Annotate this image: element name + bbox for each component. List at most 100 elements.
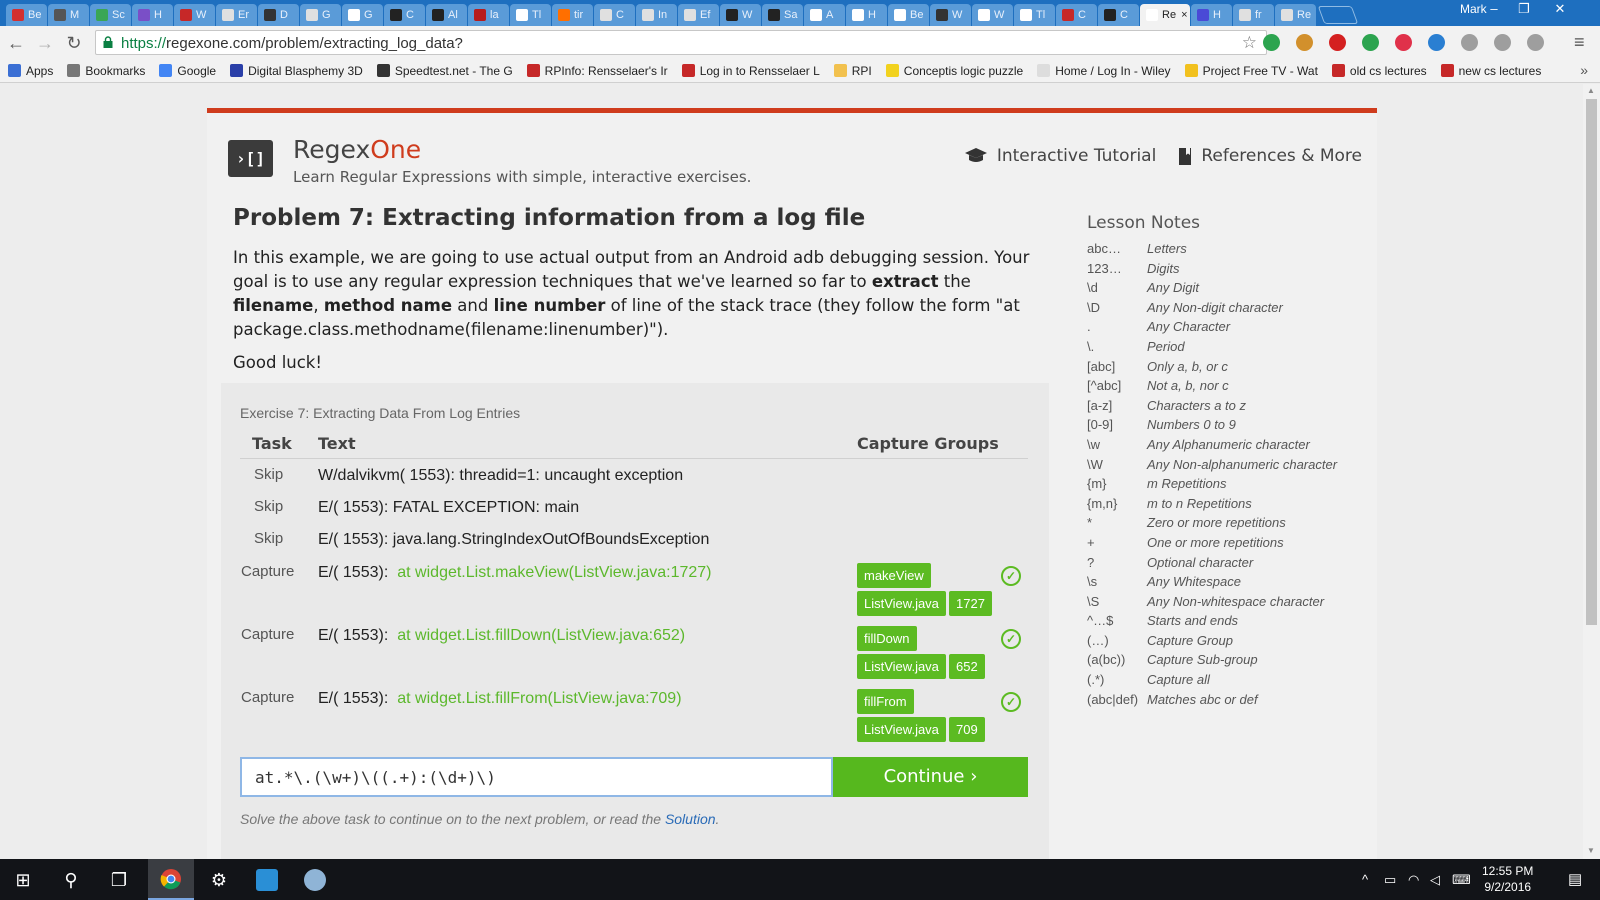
address-bar[interactable]: https://regexone.com/problem/extracting_… [95,30,1267,55]
tab[interactable]: C [384,4,425,26]
tab[interactable]: D [258,4,299,26]
bookmark-item[interactable]: Conceptis logic puzzle [885,64,1023,78]
settings-icon[interactable]: ⚙ [208,869,230,891]
tab[interactable]: fr [1233,4,1274,26]
tab[interactable]: Er [216,4,257,26]
tab[interactable]: Tl [510,4,551,26]
tab[interactable]: G [342,4,383,26]
tab[interactable]: C [1098,4,1139,26]
keyboard-icon[interactable]: ⌨ [1452,872,1471,888]
bookmarks-overflow-icon[interactable]: » [1580,62,1588,78]
tab-label: A [826,9,834,21]
tab[interactable]: H [846,4,887,26]
bookmark-item[interactable]: Speedtest.net - The G [376,64,513,78]
keyboard-icon[interactable] [1461,34,1478,51]
close-window-button[interactable]: ✕ [1545,0,1575,20]
tab[interactable]: la [468,4,509,26]
evernote-icon[interactable] [1362,34,1379,51]
scrollbar-thumb[interactable] [1586,99,1597,625]
bookmark-item[interactable]: Project Free TV - Wat [1184,64,1318,78]
tab-close-icon[interactable]: × [1181,9,1187,21]
tab[interactable]: tir [552,4,593,26]
row-prefix: E/( 1553): [318,627,389,644]
tab[interactable]: Be [888,4,929,26]
solution-link[interactable]: Solution [665,811,716,827]
restore-button[interactable]: ❐ [1509,0,1539,20]
minimize-button[interactable]: – [1479,0,1509,20]
header-text: Text [318,434,356,453]
tab[interactable]: G [300,4,341,26]
tab[interactable]: Al [426,4,467,26]
tab[interactable]: C [594,4,635,26]
tab[interactable]: W [720,4,761,26]
task-view-icon[interactable]: ❐ [108,869,130,891]
tab-label: Tl [1036,9,1046,21]
back-icon[interactable]: ← [5,32,27,54]
pocket-icon[interactable] [1395,34,1412,51]
notifications-icon[interactable]: ▤ [1568,870,1582,888]
lang-es-icon[interactable] [1494,34,1511,51]
sync-icon[interactable] [1428,34,1445,51]
tab[interactable]: H [132,4,173,26]
battery-icon[interactable]: ▭ [1384,872,1396,888]
bookmark-item[interactable]: Apps [8,64,53,78]
cookie-icon[interactable] [1296,34,1313,51]
bookmark-item[interactable]: RPInfo: Rensselaer's Ir [526,64,668,78]
tab[interactable]: A [804,4,845,26]
tab[interactable]: W [174,4,215,26]
tab[interactable]: Sa [762,4,803,26]
regex-input[interactable] [240,757,833,797]
grammarly-icon[interactable] [1263,34,1280,51]
tab[interactable]: Re [1275,4,1316,26]
volume-icon[interactable]: ◁ [1430,872,1440,888]
tab[interactable]: M [48,4,89,26]
scroll-down-arrow[interactable]: ▼ [1587,846,1595,855]
continue-button[interactable]: Continue › [833,757,1028,797]
tab-label: C [1120,9,1128,21]
bookmark-star-icon[interactable]: ☆ [1242,33,1257,53]
bookmark-item[interactable]: Google [159,64,216,78]
tab[interactable]: C [1056,4,1097,26]
bookmark-favicon-icon [833,64,847,77]
nav-references[interactable]: References & More [1178,146,1362,166]
nav-interactive-tutorial[interactable]: Interactive Tutorial [964,146,1156,166]
wifi-icon[interactable]: ◠ [1408,872,1419,888]
tab[interactable]: Tl [1014,4,1055,26]
scroll-up-arrow[interactable]: ▲ [1587,86,1595,95]
store-icon[interactable] [256,869,278,891]
tab-active[interactable]: Re × [1140,4,1190,26]
regexone-logo[interactable]: ›[] [228,140,273,177]
start-icon[interactable]: ⊞ [12,869,34,891]
search-icon[interactable]: ⚲ [60,869,82,891]
bookmark-item[interactable]: new cs lectures [1440,64,1541,78]
chrome-menu-icon[interactable]: ≡ [1574,32,1585,53]
tab[interactable]: W [972,4,1013,26]
reload-icon[interactable]: ↻ [63,32,85,54]
new-tab-button[interactable] [1317,6,1359,24]
cast-icon[interactable] [1527,34,1544,51]
clock[interactable]: 12:55 PM 9/2/2016 [1482,863,1533,895]
adblock-plus-icon[interactable] [1329,34,1346,51]
taskbar-chrome-active[interactable] [148,859,194,900]
forward-icon[interactable]: → [34,32,56,54]
tab[interactable]: H [1191,4,1232,26]
bookmark-item[interactable]: Bookmarks [67,64,145,78]
paint-app-icon[interactable] [304,869,326,891]
tab[interactable]: Sc [90,4,131,26]
tab[interactable]: In [636,4,677,26]
nav-references-label: References & More [1201,146,1362,166]
bookmark-item[interactable]: Log in to Rensselaer L [681,64,820,78]
tab-label: tir [574,9,584,21]
bookmark-item[interactable]: Home / Log In - Wiley [1037,64,1171,78]
note-symbol: \S [1087,593,1100,609]
tray-expand-icon[interactable]: ^ [1362,872,1368,887]
bookmark-item[interactable]: Digital Blasphemy 3D [230,64,363,78]
bookmark-item[interactable]: old cs lectures [1331,64,1427,78]
bookmark-item[interactable]: RPI [833,64,872,78]
page-viewport: ›[] RegexOne Learn Regular Expressions w… [0,84,1600,859]
tab[interactable]: W [930,4,971,26]
tab[interactable]: Ef [678,4,719,26]
tab[interactable]: Be [6,4,47,26]
page-scrollbar[interactable]: ▲ ▼ [1583,84,1600,859]
brand-name[interactable]: RegexOne [293,135,421,164]
